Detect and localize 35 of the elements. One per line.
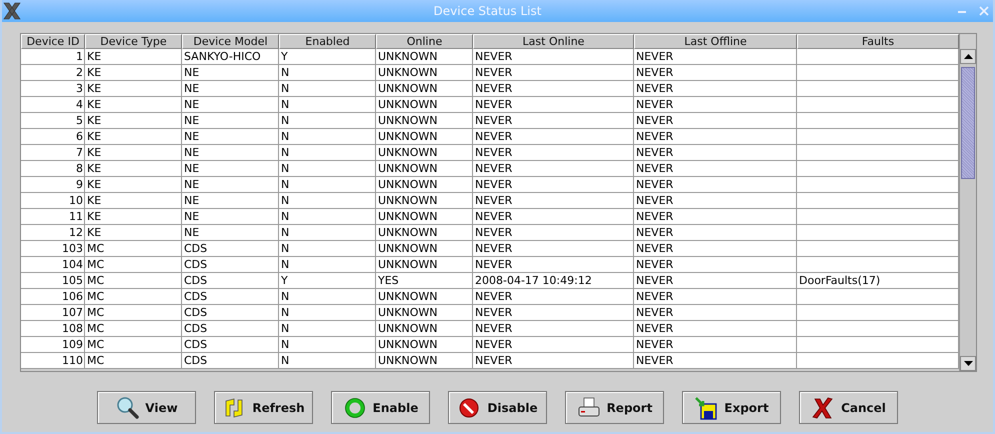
- column-header[interactable]: Device Type: [85, 34, 182, 49]
- column-header[interactable]: Faults: [797, 34, 959, 49]
- button[interactable]: Enable: [331, 391, 430, 424]
- table-cell: CDS: [182, 353, 279, 369]
- scrollbar[interactable]: [959, 34, 976, 371]
- column-header[interactable]: Last Online: [473, 34, 634, 49]
- button[interactable]: Report: [565, 391, 664, 424]
- scroll-thumb[interactable]: [961, 67, 975, 179]
- table-cell: N: [279, 353, 376, 369]
- ring-icon: [342, 396, 367, 420]
- column-header[interactable]: Device Model: [182, 34, 279, 49]
- table-cell: 110: [21, 353, 85, 369]
- magnifier-icon: [115, 396, 140, 420]
- column-header[interactable]: Last Offline: [634, 34, 797, 49]
- window-title: Device Status List: [432, 4, 542, 18]
- floppy-disk-icon: [694, 396, 718, 420]
- table-cell: UNKNOWN: [376, 353, 473, 369]
- scroll-down-icon[interactable]: [960, 356, 976, 371]
- close-icon[interactable]: [979, 6, 989, 16]
- table-cell: NEVER: [634, 353, 797, 369]
- column-header[interactable]: Online: [376, 34, 473, 49]
- column-header[interactable]: Enabled: [279, 34, 376, 49]
- button[interactable]: View: [97, 391, 196, 424]
- cross-icon: [811, 396, 836, 420]
- table-cell: MC: [85, 353, 182, 369]
- button[interactable]: Refresh: [214, 391, 313, 424]
- button[interactable]: Cancel: [799, 391, 898, 424]
- button[interactable]: Disable: [448, 391, 547, 424]
- column-header[interactable]: Device ID: [21, 34, 85, 49]
- button[interactable]: Export: [682, 391, 781, 424]
- x-logo-icon: [2, 2, 22, 20]
- table-cell: NEVER: [473, 353, 634, 369]
- no-entry-icon: [457, 396, 482, 420]
- scroll-up-icon[interactable]: [960, 49, 976, 64]
- printer-icon: [576, 396, 601, 420]
